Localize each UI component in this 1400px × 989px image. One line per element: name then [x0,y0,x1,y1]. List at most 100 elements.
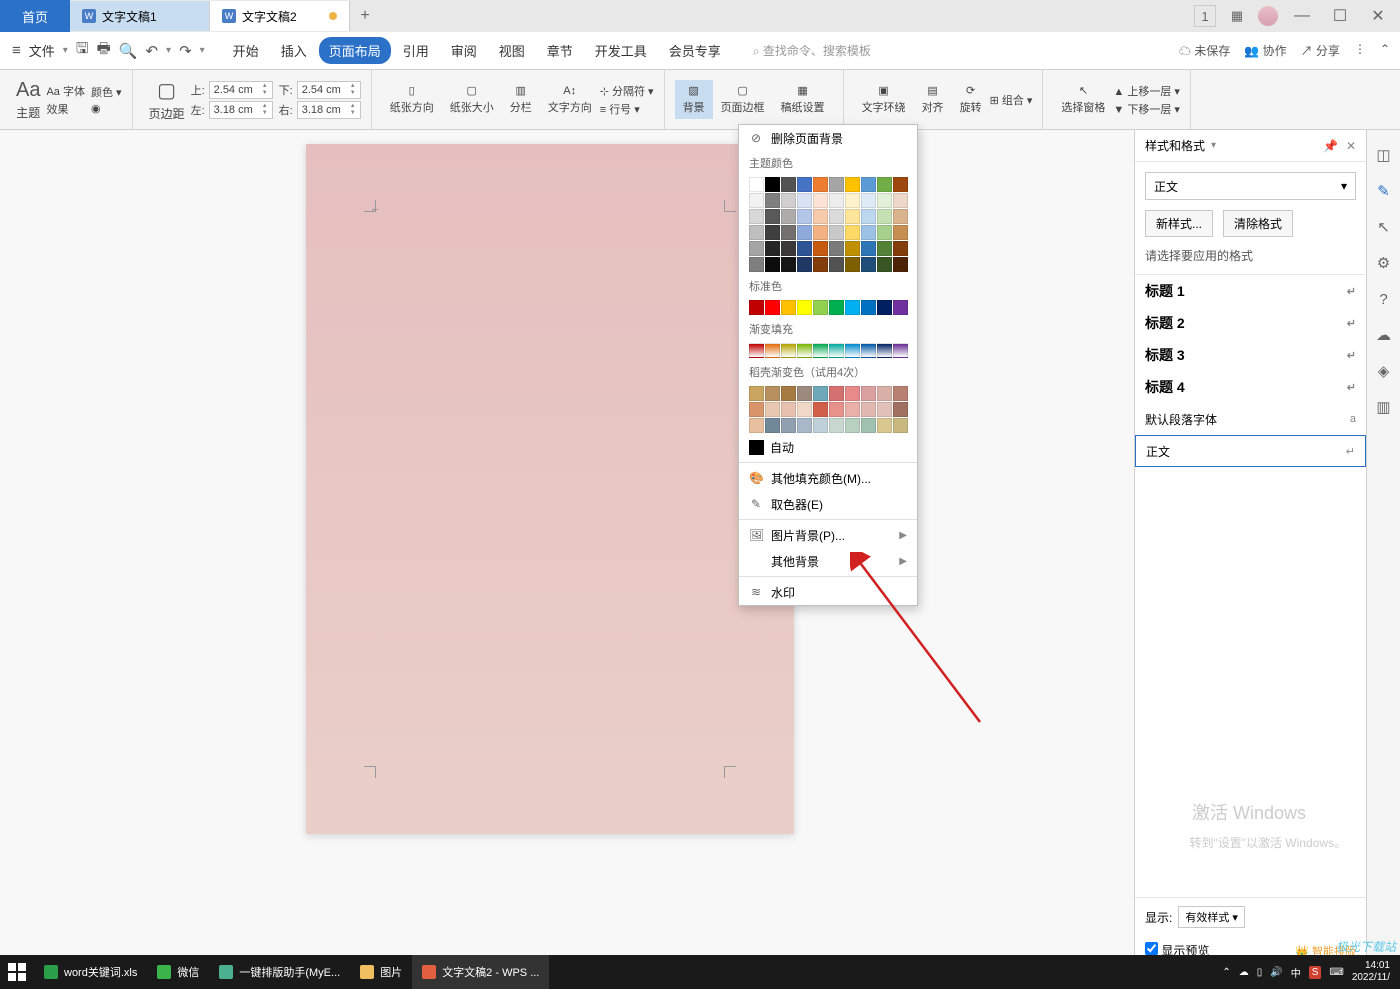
tray-sogou-icon[interactable]: S [1309,966,1322,979]
color-swatch[interactable] [749,193,764,208]
gradient-swatch[interactable] [813,343,828,358]
undo-icon[interactable]: ↶ [145,42,158,60]
note-paper-button[interactable]: ▦稿纸设置 [773,80,833,119]
gradient-swatch[interactable] [877,343,892,358]
taskbar-item[interactable]: 一键排版助手(MyE... [209,955,350,989]
taskbar-item[interactable]: 文字文稿2 - WPS ... [412,955,549,989]
margin-bottom-input[interactable]: 2.54 cm▲▼ [297,81,361,99]
gradient-swatch[interactable] [765,418,780,433]
color-swatch[interactable] [845,193,860,208]
group-button[interactable]: ⊞ 组合 ▾ [990,92,1033,108]
color-swatch[interactable] [893,300,908,315]
user-avatar[interactable] [1258,6,1278,26]
document-tab-1[interactable]: W 文字文稿1 [70,1,210,31]
delete-bg-item[interactable]: ⊘删除页面背景 [739,125,917,151]
margin-right-input[interactable]: 3.18 cm▲▼ [297,101,361,119]
gradient-swatch[interactable] [749,418,764,433]
menu-insert[interactable]: 插入 [271,37,317,64]
color-swatch[interactable] [781,241,796,256]
color-swatch[interactable] [749,177,764,192]
page-border-button[interactable]: ▢页面边框 [713,80,773,119]
text-direction-button[interactable]: A↕文字方向 [540,81,600,119]
color-swatch[interactable] [813,300,828,315]
document-canvas[interactable]: ⌐ [0,130,1100,965]
color-swatch[interactable] [797,241,812,256]
color-swatch[interactable] [877,225,892,240]
gradient-swatch[interactable] [877,418,892,433]
color-swatch[interactable] [797,209,812,224]
clear-format-button[interactable]: 清除格式 [1223,210,1293,237]
collapse-ribbon-icon[interactable]: ⌃ [1380,42,1390,59]
gradient-swatch[interactable] [845,402,860,417]
style-item[interactable]: 标题 1↵ [1135,275,1366,307]
color-swatch[interactable] [829,209,844,224]
color-swatch[interactable] [829,241,844,256]
gradient-swatch[interactable] [893,402,908,417]
gradient-swatch[interactable] [845,418,860,433]
command-search[interactable]: 查找命令、搜索模板 [753,42,871,59]
start-button[interactable] [0,955,34,989]
align-button[interactable]: ▤对齐 [914,80,952,119]
color-swatch[interactable] [765,209,780,224]
gradient-swatch[interactable] [861,386,876,401]
pin-icon[interactable]: 📌 [1323,139,1338,153]
gradient-swatch[interactable] [797,343,812,358]
tray-ime-icon[interactable]: 中 [1291,965,1301,980]
color-button[interactable]: 颜色 ▾ [91,84,122,100]
color-swatch[interactable] [797,300,812,315]
auto-color-item[interactable]: 自动 [739,435,917,460]
color-swatch[interactable] [893,177,908,192]
share-label[interactable]: ↗ 分享 [1301,42,1340,59]
hamburger-icon[interactable]: ≡ [12,42,21,59]
lineno-button[interactable]: ≡ 行号 ▾ [600,101,654,117]
color-swatch[interactable] [813,177,828,192]
gradient-swatch[interactable] [797,402,812,417]
other-fill-item[interactable]: 🎨其他填充颜色(M)... [739,465,917,491]
color-swatch[interactable] [845,241,860,256]
save-icon[interactable]: 🖫 [76,38,89,63]
app-grid-icon[interactable]: ▦ [1226,5,1248,27]
style-item[interactable]: 标题 2↵ [1135,307,1366,339]
menu-chapter[interactable]: 章节 [537,37,583,64]
color-swatch[interactable] [749,225,764,240]
color-swatch[interactable] [877,257,892,272]
color-swatch[interactable] [861,241,876,256]
color-swatch[interactable] [781,193,796,208]
rotate-button[interactable]: ⟳旋转 [952,80,990,119]
color-swatch[interactable] [893,209,908,224]
style-item[interactable]: 正文↵ [1135,435,1366,467]
home-tab[interactable]: 首页 [0,0,70,32]
color-swatch[interactable] [829,300,844,315]
tray-cloud-icon[interactable]: ☁ [1239,967,1249,978]
color-swatch[interactable] [749,209,764,224]
color-swatch[interactable] [765,225,780,240]
taskbar-item[interactable]: 微信 [147,955,209,989]
maximize-button[interactable]: ☐ [1326,2,1354,30]
gradient-swatch[interactable] [845,386,860,401]
orientation-button[interactable]: ▯纸张方向 [382,80,442,119]
menu-view[interactable]: 视图 [489,37,535,64]
gradient-swatch[interactable] [765,343,780,358]
menu-review[interactable]: 审阅 [441,37,487,64]
gradient-swatch[interactable] [829,343,844,358]
color-swatch[interactable] [813,241,828,256]
style-item[interactable]: 标题 3↵ [1135,339,1366,371]
gradient-swatch[interactable] [765,386,780,401]
gradient-swatch[interactable] [813,386,828,401]
gradient-swatch[interactable] [781,343,796,358]
color-swatch[interactable] [829,193,844,208]
tray-keyboard-icon[interactable]: ⌨ [1329,967,1343,978]
color-swatch[interactable] [861,225,876,240]
theme-button[interactable]: Aa主题 [10,79,46,121]
picture-bg-item[interactable]: 🖼图片背景(P)...▶ [739,522,917,548]
tray-chevron-icon[interactable]: ⌃ [1222,967,1230,978]
menu-member[interactable]: 会员专享 [659,37,731,64]
color-swatch[interactable] [781,300,796,315]
reading-mode-icon[interactable]: 1 [1194,5,1216,27]
color-swatch[interactable] [845,177,860,192]
color-swatch[interactable] [781,177,796,192]
tray-network-icon[interactable]: ▯ [1257,967,1263,978]
taskbar-item[interactable]: word关键词.xls [34,955,147,989]
color-swatch[interactable] [813,225,828,240]
color-swatch[interactable] [765,241,780,256]
